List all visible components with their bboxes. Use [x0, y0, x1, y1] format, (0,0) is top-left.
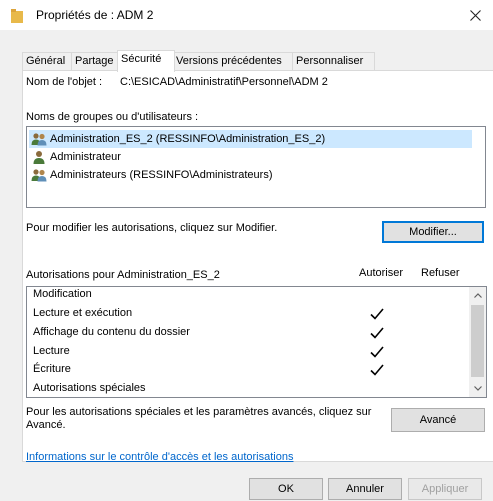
- checkmark-icon: [370, 308, 384, 320]
- user-icon: [33, 151, 45, 164]
- group-icon: [31, 169, 47, 182]
- cancel-button[interactable]: Annuler: [328, 478, 402, 500]
- permission-name: Modification: [33, 288, 92, 300]
- close-icon: [469, 9, 481, 21]
- permission-name: Affichage du contenu du dossier: [33, 326, 190, 338]
- list-item-label: Administrateur: [50, 151, 121, 163]
- modify-button[interactable]: Modifier...: [382, 221, 484, 243]
- scroll-up-button[interactable]: [469, 287, 486, 304]
- permission-row: Lecture et exécution: [33, 305, 463, 323]
- permissions-title: Autorisations pour Administration_ES_2: [26, 269, 220, 281]
- advanced-instructions-line2: Avancé.: [26, 419, 66, 431]
- object-name-label: Nom de l'objet :: [26, 76, 103, 88]
- permission-row: Modification: [33, 287, 463, 304]
- list-item-label: Administrateurs (RESSINFO\Administrateur…: [50, 169, 273, 181]
- groups-label: Noms de groupes ou d'utilisateurs :: [26, 111, 199, 123]
- scroll-down-button[interactable]: [469, 380, 486, 397]
- permissions-list[interactable]: Modification Lecture et exécution Affich…: [26, 286, 487, 398]
- permission-row: Affichage du contenu du dossier: [33, 324, 463, 342]
- permission-row: Autorisations spéciales: [33, 380, 463, 397]
- allow-column-header: Autoriser: [359, 267, 404, 279]
- list-item[interactable]: Administrateur: [31, 148, 121, 166]
- tab-securite[interactable]: Sécurité: [117, 50, 175, 72]
- advanced-button[interactable]: Avancé: [391, 408, 485, 432]
- tab-general[interactable]: Général: [22, 52, 72, 70]
- tab-partage[interactable]: Partage: [71, 52, 121, 70]
- scroll-thumb[interactable]: [471, 305, 484, 377]
- title-bar: Propriétés de : ADM 2: [0, 0, 493, 30]
- checkmark-icon: [370, 364, 384, 376]
- permission-name: Écriture: [33, 363, 71, 375]
- list-item[interactable]: Administration_ES_2 (RESSINFO\Administra…: [29, 130, 472, 148]
- folder-icon: [11, 9, 23, 23]
- groups-listbox[interactable]: Administration_ES_2 (RESSINFO\Administra…: [26, 126, 486, 208]
- permissions-scrollbar[interactable]: [469, 287, 486, 397]
- permission-name: Lecture et exécution: [33, 307, 133, 319]
- permission-name: Lecture: [33, 345, 70, 357]
- access-control-info-link[interactable]: Informations sur le contrôle d'accès et …: [26, 451, 293, 463]
- list-item-label: Administration_ES_2 (RESSINFO\Administra…: [50, 133, 326, 145]
- checkmark-icon: [370, 327, 384, 339]
- chevron-down-icon: [473, 386, 482, 391]
- tab-versions-precedentes[interactable]: Versions précédentes: [172, 52, 294, 70]
- advanced-instructions-line1: Pour les autorisations spéciales et les …: [26, 406, 372, 418]
- ok-button[interactable]: OK: [249, 478, 323, 500]
- permission-row: Écriture: [33, 361, 463, 379]
- deny-column-header: Refuser: [421, 267, 460, 279]
- window-title: Propriétés de : ADM 2: [36, 8, 154, 22]
- checkmark-icon: [370, 346, 384, 358]
- chevron-up-icon: [473, 293, 482, 298]
- permission-name: Autorisations spéciales: [33, 382, 146, 394]
- group-icon: [31, 133, 47, 146]
- apply-button[interactable]: Appliquer: [408, 478, 482, 500]
- close-button[interactable]: [457, 0, 493, 30]
- tab-personnaliser[interactable]: Personnaliser: [292, 52, 375, 70]
- dialog-client: Général Partage Sécurité Versions précéd…: [0, 30, 493, 501]
- list-item[interactable]: Administrateurs (RESSINFO\Administrateur…: [31, 166, 273, 184]
- permission-row: Lecture: [33, 343, 463, 361]
- object-name-value: C:\ESICAD\Administratif\Personnel\ADM 2: [120, 76, 328, 88]
- security-panel: Nom de l'objet : C:\ESICAD\Administratif…: [22, 70, 493, 463]
- modify-instructions: Pour modifier les autorisations, cliquez…: [26, 222, 278, 234]
